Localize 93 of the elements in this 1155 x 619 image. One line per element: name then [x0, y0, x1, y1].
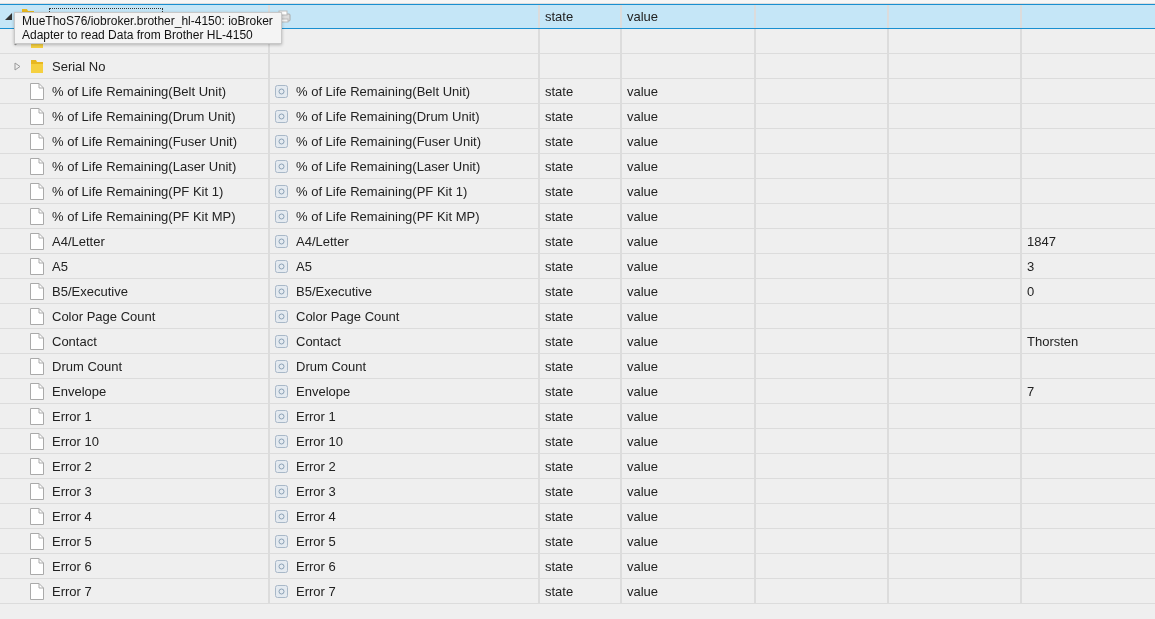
object-role: value [627, 9, 659, 24]
object-name: Color Page Count [52, 308, 156, 324]
object-role: value [627, 208, 659, 224]
object-role: value [627, 383, 659, 399]
object-name: % of Life Remaining(Fuser Unit) [52, 133, 237, 149]
object-title: Error 10 [296, 433, 343, 449]
object-name: % of Life Remaining(PF Kit 1) [52, 183, 224, 199]
object-type: state [545, 208, 574, 224]
object-role: value [627, 283, 659, 299]
object-title: Error 5 [296, 533, 336, 549]
object-name: Serial No [52, 58, 106, 74]
object-name: % of Life Remaining(Drum Unit) [52, 108, 236, 124]
object-title: Error 4 [296, 508, 336, 524]
object-title: Drum Count [296, 358, 367, 374]
object-type: state [545, 333, 574, 349]
object-name: Error 5 [52, 533, 92, 549]
object-title: B5/Executive [296, 283, 372, 299]
object-type: state [545, 583, 574, 599]
object-type: state [545, 283, 574, 299]
object-title: Color Page Count [296, 308, 400, 324]
object-type: state [545, 9, 574, 24]
object-name: % of Life Remaining(Belt Unit) [52, 83, 227, 99]
object-title: % of Life Remaining(Fuser Unit) [296, 133, 481, 149]
object-name: Error 3 [52, 483, 92, 499]
object-name: Error 10 [52, 433, 99, 449]
object-title: Error 1 [296, 408, 336, 424]
object-title: % of Life Remaining(Laser Unit) [296, 158, 481, 174]
object-title: A5 [296, 258, 312, 274]
object-type: state [545, 158, 574, 174]
object-role: value [627, 258, 659, 274]
object-type: state [545, 533, 574, 549]
object-type: state [545, 133, 574, 149]
object-type: state [545, 383, 574, 399]
object-role: value [627, 358, 659, 374]
object-role: value [627, 483, 659, 499]
object-type: state [545, 358, 574, 374]
tooltip: MueThoS76/iobroker.brother_hl-4150: ioBroker Adapter to read Data from Brother HL-4150 [14, 12, 282, 44]
object-title: Envelope [296, 383, 351, 399]
object-value: 7 [1027, 383, 1035, 399]
object-name: Envelope [52, 383, 107, 399]
object-title: % of Life Remaining(PF Kit 1) [296, 183, 468, 199]
object-name: B5/Executive [52, 283, 128, 299]
object-role: value [627, 183, 659, 199]
object-name: A4/Letter [52, 233, 105, 249]
object-name: Error 2 [52, 458, 92, 474]
object-type: state [545, 483, 574, 499]
object-name: Error 6 [52, 558, 92, 574]
object-title: Error 2 [296, 458, 336, 474]
object-type: state [545, 408, 574, 424]
object-role: value [627, 108, 659, 124]
object-name: Contact [52, 333, 97, 349]
object-type: state [545, 433, 574, 449]
object-type: state [545, 108, 574, 124]
object-role: value [627, 458, 659, 474]
object-name: % of Life Remaining(PF Kit MP) [52, 208, 236, 224]
object-role: value [627, 433, 659, 449]
object-title: % of Life Remaining(PF Kit MP) [296, 208, 480, 224]
object-role: value [627, 558, 659, 574]
object-title: Error 7 [296, 583, 336, 599]
object-title: Contact [296, 333, 341, 349]
object-role: value [627, 83, 659, 99]
object-name: % of Life Remaining(Laser Unit) [52, 158, 237, 174]
object-role: value [627, 533, 659, 549]
object-title: Error 3 [296, 483, 336, 499]
object-role: value [627, 308, 659, 324]
object-title: A4/Letter [296, 233, 349, 249]
object-value: 0 [1027, 283, 1035, 299]
object-role: value [627, 583, 659, 599]
object-name: Error 4 [52, 508, 92, 524]
object-value: 3 [1027, 258, 1035, 274]
object-name: Error 7 [52, 583, 92, 599]
object-role: value [627, 158, 659, 174]
object-title: Error 6 [296, 558, 336, 574]
object-role: value [627, 333, 659, 349]
object-type: state [545, 183, 574, 199]
object-name: Drum Count [52, 358, 123, 374]
object-role: value [627, 233, 659, 249]
object-type: state [545, 233, 574, 249]
object-role: value [627, 508, 659, 524]
object-type: state [545, 308, 574, 324]
object-type: state [545, 258, 574, 274]
object-role: value [627, 408, 659, 424]
object-role: value [627, 133, 659, 149]
object-value: Thorsten [1027, 333, 1079, 349]
object-type: state [545, 458, 574, 474]
object-name: Error 1 [52, 408, 92, 424]
object-title: % of Life Remaining(Belt Unit) [296, 83, 471, 99]
object-name: A5 [52, 258, 68, 274]
object-title: % of Life Remaining(Drum Unit) [296, 108, 480, 124]
object-value: 1847 [1027, 233, 1056, 249]
object-type: state [545, 508, 574, 524]
object-type: state [545, 83, 574, 99]
object-type: state [545, 558, 574, 574]
